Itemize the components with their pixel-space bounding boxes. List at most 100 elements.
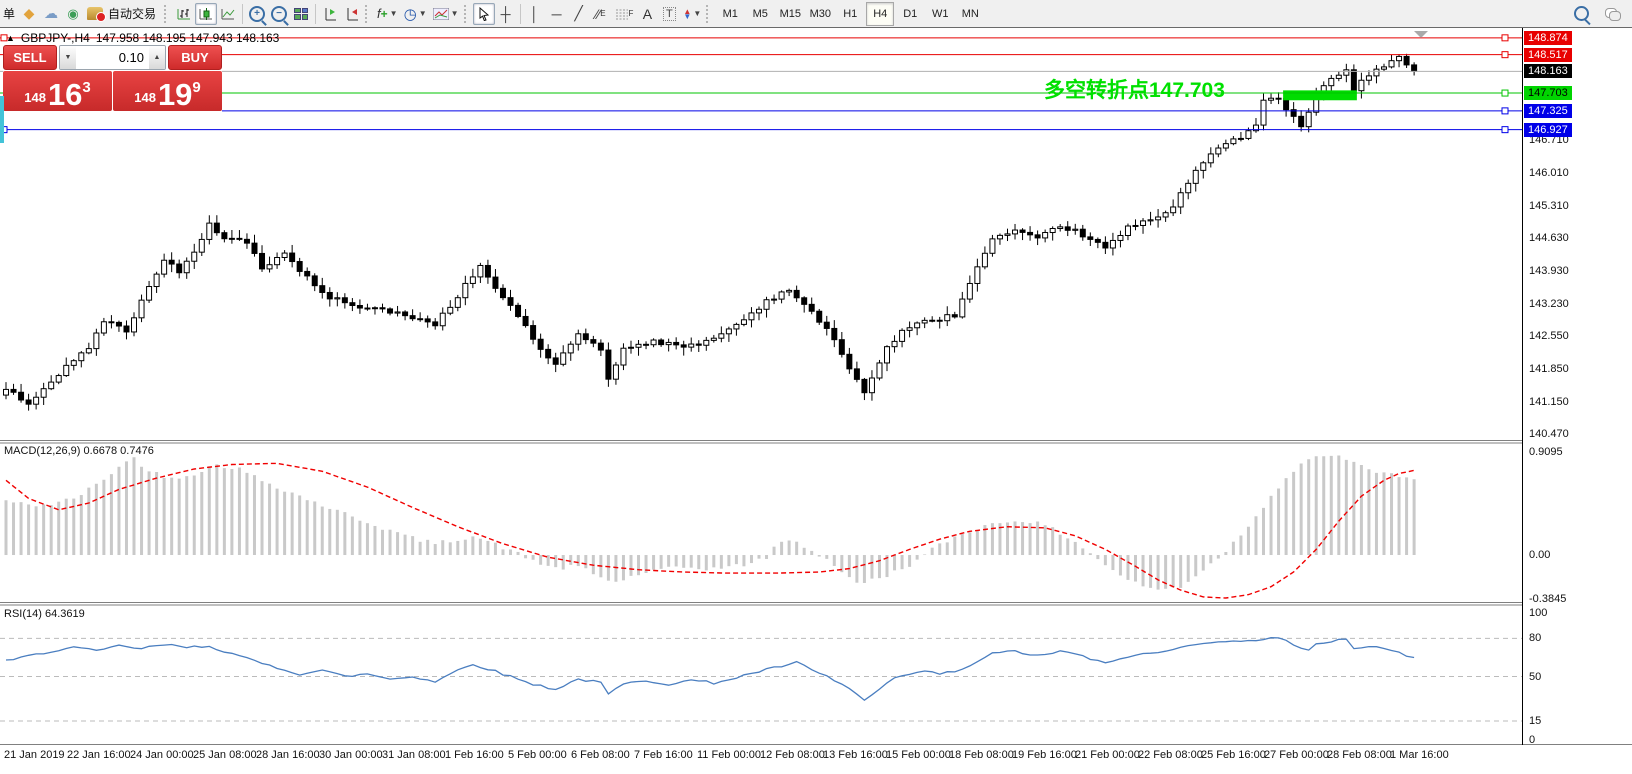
templates-button[interactable]: ▼ (430, 3, 462, 25)
candlestick-icon (198, 7, 214, 21)
gem-icon: ◆ (24, 5, 35, 22)
chart-expand-icon[interactable]: ▲ (6, 33, 15, 43)
template-icon (433, 8, 449, 20)
fibonacci-tool-button[interactable]: F (612, 3, 637, 25)
volume-increase-button[interactable]: ▲ (149, 46, 165, 69)
time-axis-label: 21 Feb 00:00 (1075, 749, 1140, 761)
tab-timeframe-d1[interactable]: D1 (896, 2, 924, 26)
fibonacci-icon (615, 8, 629, 20)
cursor-icon (478, 7, 490, 21)
chart-title: ▲ GBPJPY-,H4 147.958 148.195 147.943 148… (6, 31, 279, 45)
buy-price-box[interactable]: 148 19 9 (113, 71, 222, 111)
sell-price-sup: 3 (82, 79, 90, 96)
chat-button[interactable] (1602, 3, 1624, 25)
time-axis-label: 12 Feb 08:00 (760, 749, 825, 761)
price-axis[interactable]: 146.710146.010145.310144.630143.930143.2… (1523, 28, 1632, 744)
price-axis-label: 142.550 (1529, 330, 1569, 342)
toolbar-drag-handle[interactable] (706, 5, 713, 23)
time-axis-label: 25 Feb 16:00 (1201, 749, 1266, 761)
auto-trading-label: 自动交易 (108, 5, 156, 22)
rsi-axis-label: 80 (1529, 632, 1541, 644)
tab-timeframe-m15[interactable]: M15 (776, 2, 804, 26)
time-axis-label: 31 Jan 08:00 (382, 749, 446, 761)
line-chart-icon (220, 7, 236, 21)
cursor-tool-button[interactable] (473, 3, 495, 25)
tab-timeframe-m5[interactable]: M5 (746, 2, 774, 26)
text-tool-button[interactable]: A (636, 3, 658, 25)
time-axis-label: 28 Feb 08:00 (1327, 749, 1392, 761)
time-axis-label: 7 Feb 16:00 (634, 749, 693, 761)
zoom-in-button[interactable]: + (246, 3, 268, 25)
time-axis-label: 15 Feb 00:00 (886, 749, 951, 761)
time-axis-label: 27 Feb 00:00 (1264, 749, 1329, 761)
price-axis-label: 144.630 (1529, 232, 1569, 244)
time-axis[interactable]: 21 Jan 201922 Jan 16:0024 Jan 00:0025 Ja… (0, 745, 1632, 774)
new-order-partial-label[interactable]: 单 (3, 5, 15, 22)
sell-price-box[interactable]: 148 16 3 (3, 71, 112, 111)
crosshair-icon: ┼ (501, 6, 511, 22)
chart-canvas[interactable] (0, 0, 1632, 774)
gem-icon[interactable]: ◆ (18, 3, 40, 25)
volume-input[interactable]: 0.10 (76, 46, 149, 69)
bar-chart-mode-button[interactable] (173, 3, 195, 25)
tile-windows-button[interactable] (290, 3, 312, 25)
time-axis-label: 13 Feb 16:00 (823, 749, 888, 761)
candlestick-mode-button[interactable] (195, 3, 217, 25)
tab-timeframe-m30[interactable]: M30 (806, 2, 834, 26)
time-axis-label: 21 Jan 2019 (4, 749, 65, 761)
sell-button[interactable]: SELL (3, 45, 57, 70)
arrows-tool-button[interactable]: ▲▼▼ (680, 3, 704, 25)
auto-scroll-button[interactable] (319, 3, 341, 25)
price-line-badge: 148.517 (1524, 48, 1572, 62)
price-line-badge: 147.703 (1524, 86, 1572, 100)
horizontal-line-icon: ─ (552, 6, 562, 22)
indicators-button[interactable]: f+▼ (374, 3, 401, 25)
toolbar-drag-handle[interactable] (464, 5, 471, 23)
price-axis-label: 145.310 (1529, 200, 1569, 212)
zoom-out-button[interactable]: − (268, 3, 290, 25)
auto-trading-icon (87, 7, 103, 20)
one-click-trading-panel: SELL ▼ 0.10 ▲ BUY 148 16 3 148 19 9 (3, 45, 222, 113)
macd-indicator-label: MACD(12,26,9) 0.6678 0.7476 (4, 445, 154, 457)
mt4-window: 单 ◆ ☁ ◉ 自动交易 + − f+▼ ◷▼ (0, 0, 1632, 774)
auto-trading-button[interactable]: 自动交易 (84, 3, 162, 25)
chart-ohlc-values: 147.958 148.195 147.943 148.163 (96, 31, 280, 45)
ohlc-bars-icon (176, 7, 192, 21)
horizontal-line-tool-button[interactable]: ─ (546, 3, 568, 25)
tab-timeframe-mn[interactable]: MN (956, 2, 984, 26)
periods-button[interactable]: ◷▼ (401, 3, 430, 25)
macd-axis-label: -0.3845 (1529, 593, 1566, 605)
buy-button[interactable]: BUY (168, 45, 222, 70)
vertical-line-tool-button[interactable]: │ (524, 3, 546, 25)
tab-timeframe-h1[interactable]: H1 (836, 2, 864, 26)
tab-timeframe-m1[interactable]: M1 (716, 2, 744, 26)
crosshair-tool-button[interactable]: ┼ (495, 3, 517, 25)
tab-timeframe-h4[interactable]: H4 (866, 2, 894, 26)
chat-bubbles-icon (1605, 8, 1621, 20)
volume-stepper: ▼ 0.10 ▲ (59, 45, 166, 70)
price-axis-label: 141.150 (1529, 396, 1569, 408)
time-axis-label: 19 Feb 16:00 (1012, 749, 1077, 761)
signals-icon[interactable]: ◉ (62, 3, 84, 25)
line-chart-mode-button[interactable] (217, 3, 239, 25)
chart-shift-button[interactable] (341, 3, 363, 25)
panel-collapse-tab[interactable] (0, 96, 4, 143)
time-axis-label: 22 Feb 08:00 (1138, 749, 1203, 761)
price-axis-label: 143.930 (1529, 265, 1569, 277)
volume-decrease-button[interactable]: ▼ (60, 46, 76, 69)
equidistant-channel-tool-button[interactable]: ⁄⁄E (590, 3, 612, 25)
toolbar-drag-handle[interactable] (164, 5, 171, 23)
broadcast-icon: ◉ (67, 6, 78, 22)
search-button[interactable] (1570, 3, 1592, 25)
time-axis-label: 30 Jan 00:00 (319, 749, 383, 761)
text-label-tool-button[interactable]: T (658, 3, 680, 25)
cloud-icon: ☁ (44, 5, 58, 22)
price-line-badge: 148.874 (1524, 31, 1572, 45)
buy-price-main: 19 (158, 82, 192, 108)
mql5-cloud-icon[interactable]: ☁ (40, 3, 62, 25)
tab-timeframe-w1[interactable]: W1 (926, 2, 954, 26)
toolbar: 单 ◆ ☁ ◉ 自动交易 + − f+▼ ◷▼ (0, 0, 1632, 28)
trendline-tool-button[interactable]: ╱ (568, 3, 590, 25)
auto-scroll-icon (322, 7, 338, 21)
toolbar-drag-handle[interactable] (365, 5, 372, 23)
